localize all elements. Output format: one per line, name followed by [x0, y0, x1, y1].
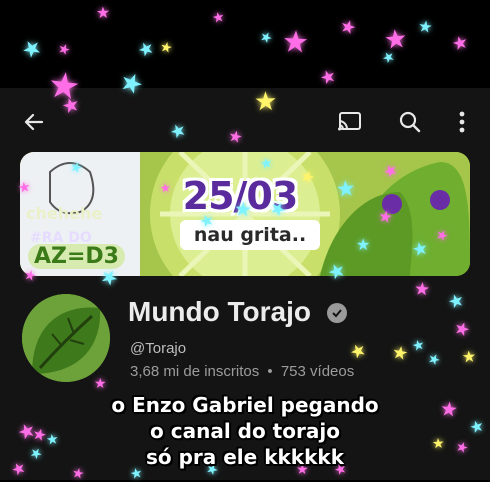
- star-sparkle-icon: ★: [378, 46, 398, 68]
- channel-banner: 25/03 nau grita.. chehehe #RA DO AZ=D3: [20, 152, 470, 276]
- star-sparkle-icon: ★: [210, 7, 226, 27]
- top-app-bar: [0, 88, 490, 150]
- caption-line-2: o canal do torajo: [150, 419, 340, 443]
- star-sparkle-icon: ★: [317, 64, 340, 90]
- verified-badge-icon: [327, 303, 347, 323]
- meme-caption: o Enzo Gabriel pegando o canal do torajo…: [0, 392, 490, 470]
- banner-left-text: chehehe: [26, 204, 103, 223]
- caption-line-3: só pra ele kkkkkk: [146, 445, 344, 469]
- star-sparkle-icon: ★: [257, 27, 276, 47]
- star-sparkle-icon: ★: [55, 39, 74, 59]
- search-button[interactable]: [392, 104, 428, 140]
- video-count: 753 vídeos: [280, 363, 355, 380]
- cast-button[interactable]: [332, 104, 368, 140]
- star-sparkle-icon: ★: [16, 32, 47, 65]
- arrow-left-icon: [24, 113, 44, 131]
- channel-name: Mundo Torajo: [128, 296, 311, 327]
- star-sparkle-icon: ★: [158, 37, 175, 57]
- avatar-leaf-art: [22, 294, 110, 382]
- banner-subtitle: nau grita..: [180, 220, 320, 250]
- subscriber-count: 3,68 mi de inscritos: [130, 363, 260, 380]
- star-sparkle-icon: ★: [281, 25, 310, 60]
- banner-date-text: 25/03: [182, 174, 299, 218]
- cast-icon: [338, 112, 361, 131]
- banner-badge-text: AZ=D3: [28, 244, 125, 269]
- star-sparkle-icon: ★: [449, 31, 471, 55]
- more-options-button[interactable]: [444, 104, 480, 140]
- more-vertical-icon: [459, 111, 465, 133]
- back-button[interactable]: [16, 104, 52, 140]
- channel-stats: 3,68 mi de inscritos • 753 vídeos: [130, 363, 354, 380]
- star-sparkle-icon: ★: [337, 15, 359, 39]
- search-icon: [399, 111, 421, 133]
- star-sparkle-icon: ★: [416, 18, 434, 37]
- star-sparkle-icon: ★: [134, 36, 158, 62]
- channel-handle: @Torajo: [130, 340, 187, 357]
- caption-line-1: o Enzo Gabriel pegando: [111, 393, 379, 417]
- star-sparkle-icon: ★: [382, 22, 409, 56]
- star-sparkle-icon: ★: [95, 4, 111, 23]
- stats-separator: •: [267, 363, 273, 380]
- channel-avatar[interactable]: [22, 294, 110, 382]
